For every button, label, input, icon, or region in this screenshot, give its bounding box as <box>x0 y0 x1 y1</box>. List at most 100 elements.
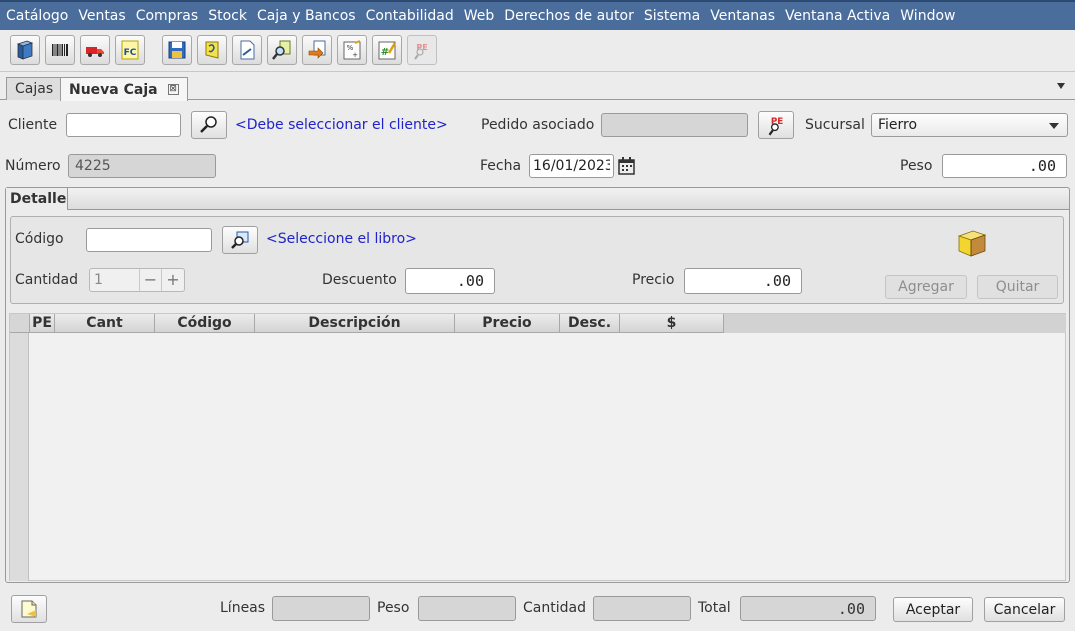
codigo-hint: <Seleccione el libro> <box>266 231 417 247</box>
table-header: PE Cant Código Descripción Precio Desc. … <box>10 314 1066 333</box>
truck-button[interactable] <box>80 35 110 65</box>
document-icon <box>240 40 255 60</box>
calendar-button[interactable] <box>617 156 637 176</box>
peso-input[interactable] <box>942 154 1067 178</box>
menu-derechos-de-autor[interactable]: Derechos de autor <box>504 8 634 24</box>
lineas-field <box>272 596 370 621</box>
codigo-label: Código <box>15 231 64 247</box>
aceptar-button[interactable]: Aceptar <box>893 597 973 622</box>
search-document-icon <box>272 40 291 60</box>
descuento-input[interactable] <box>405 268 495 294</box>
edit-list-icon: # <box>378 41 397 60</box>
fc-invoice-icon: FC <box>121 40 139 60</box>
barcode-icon <box>52 44 68 56</box>
aceptar-label: Aceptar <box>905 601 961 618</box>
menu-stock[interactable]: Stock <box>208 8 247 24</box>
numero-field <box>68 154 216 178</box>
column-descripcion[interactable]: Descripción <box>255 314 455 333</box>
close-tab-icon[interactable]: ⊠ <box>167 84 179 95</box>
receipt-button[interactable] <box>197 35 227 65</box>
save-icon <box>168 41 186 59</box>
tab-strip: Cajas Nueva Caja ⊠ <box>0 76 1075 101</box>
search-book-icon <box>231 231 249 249</box>
codigo-input[interactable] <box>86 228 212 252</box>
save-button[interactable] <box>162 35 192 65</box>
svg-text:+: + <box>352 51 358 59</box>
cantidad-stepper[interactable]: 1 − + <box>89 268 185 292</box>
items-table[interactable]: PE Cant Código Descripción Precio Desc. … <box>9 313 1066 581</box>
barcode-button[interactable] <box>45 35 75 65</box>
total-field <box>740 596 876 621</box>
fecha-input[interactable] <box>529 154 614 178</box>
menu-window[interactable]: Window <box>900 8 955 24</box>
footer-cantidad-label: Cantidad <box>523 600 586 616</box>
pe-icon: PE <box>414 43 428 60</box>
descuento-label: Descuento <box>322 272 397 288</box>
calendar-icon <box>618 157 635 175</box>
cliente-search-button[interactable] <box>191 111 227 139</box>
menu-ventas[interactable]: Ventas <box>78 8 125 24</box>
cliente-input[interactable] <box>66 113 181 137</box>
menu-sistema[interactable]: Sistema <box>644 8 700 24</box>
transfer-button[interactable] <box>302 35 332 65</box>
column-cant[interactable]: Cant <box>55 314 155 333</box>
lineas-label: Líneas <box>220 600 266 616</box>
svg-text:#: # <box>381 47 389 58</box>
pedido-search-button[interactable]: PE <box>758 111 794 139</box>
menu-contabilidad[interactable]: Contabilidad <box>366 8 454 24</box>
svg-text:FC: FC <box>124 48 137 58</box>
fc-invoice-button[interactable]: FC <box>115 35 145 65</box>
book-button[interactable] <box>10 35 40 65</box>
footer-cantidad-field <box>593 596 691 621</box>
menu-compras[interactable]: Compras <box>136 8 199 24</box>
truck-icon <box>86 47 104 57</box>
column-precio[interactable]: Precio <box>455 314 560 333</box>
percent-calculator-button[interactable]: % + <box>337 35 367 65</box>
menu-ventana-activa[interactable]: Ventana Activa <box>785 8 890 24</box>
numero-label: Número <box>5 158 61 174</box>
box-icon <box>957 230 987 257</box>
footer-peso-label: Peso <box>377 600 410 616</box>
column-desc[interactable]: Desc. <box>560 314 620 333</box>
new-note-button[interactable] <box>11 595 47 623</box>
column-codigo[interactable]: Código <box>155 314 255 333</box>
tab-cajas-label: Cajas <box>15 81 54 97</box>
sucursal-label: Sucursal <box>805 117 865 133</box>
increment-icon[interactable]: + <box>162 269 184 291</box>
box-button[interactable] <box>955 226 989 260</box>
row-header-gutter <box>10 333 29 581</box>
menu-catalogo[interactable]: Catálogo <box>6 8 68 24</box>
menu-web[interactable]: Web <box>464 8 495 24</box>
menu-caja-y-bancos[interactable]: Caja y Bancos <box>257 8 356 24</box>
column-importe[interactable]: $ <box>620 314 724 333</box>
percent-calculator-icon: %+ <box>343 40 361 60</box>
magnifier-icon <box>200 116 217 133</box>
agregar-label: Agregar <box>898 279 954 295</box>
total-label: Total <box>698 600 731 616</box>
receipt-icon <box>205 41 219 59</box>
decrement-icon[interactable]: − <box>140 269 162 291</box>
cantidad-value: 1 <box>90 269 140 291</box>
tab-detalle[interactable]: Detalle <box>6 188 68 210</box>
edit-list-button[interactable]: # <box>372 35 402 65</box>
transfer-icon <box>308 40 326 59</box>
search-document-button[interactable] <box>267 35 297 65</box>
pe-button[interactable]: PE <box>407 35 437 65</box>
pedido-asociado-field <box>601 113 748 137</box>
menu-ventanas[interactable]: Ventanas <box>710 8 775 24</box>
toolbar: FC % + # PE <box>0 30 1075 72</box>
peso-label: Peso <box>900 158 933 174</box>
tab-list-dropdown-icon[interactable] <box>1057 83 1065 89</box>
menu-bar: Catálogo Ventas Compras Stock Caja y Ban… <box>0 0 1075 30</box>
quitar-button[interactable]: Quitar <box>977 275 1058 299</box>
tab-cajas[interactable]: Cajas <box>6 77 63 100</box>
cancelar-button[interactable]: Cancelar <box>984 597 1065 622</box>
column-pe[interactable]: PE <box>30 314 55 333</box>
tab-nueva-caja[interactable]: Nueva Caja ⊠ <box>60 77 188 101</box>
codigo-search-button[interactable] <box>222 226 258 254</box>
sucursal-select[interactable]: Fierro <box>871 113 1068 137</box>
document-button[interactable] <box>232 35 262 65</box>
precio-input[interactable] <box>684 268 802 294</box>
sucursal-value: Fierro <box>878 117 918 133</box>
agregar-button[interactable]: Agregar <box>885 275 967 299</box>
